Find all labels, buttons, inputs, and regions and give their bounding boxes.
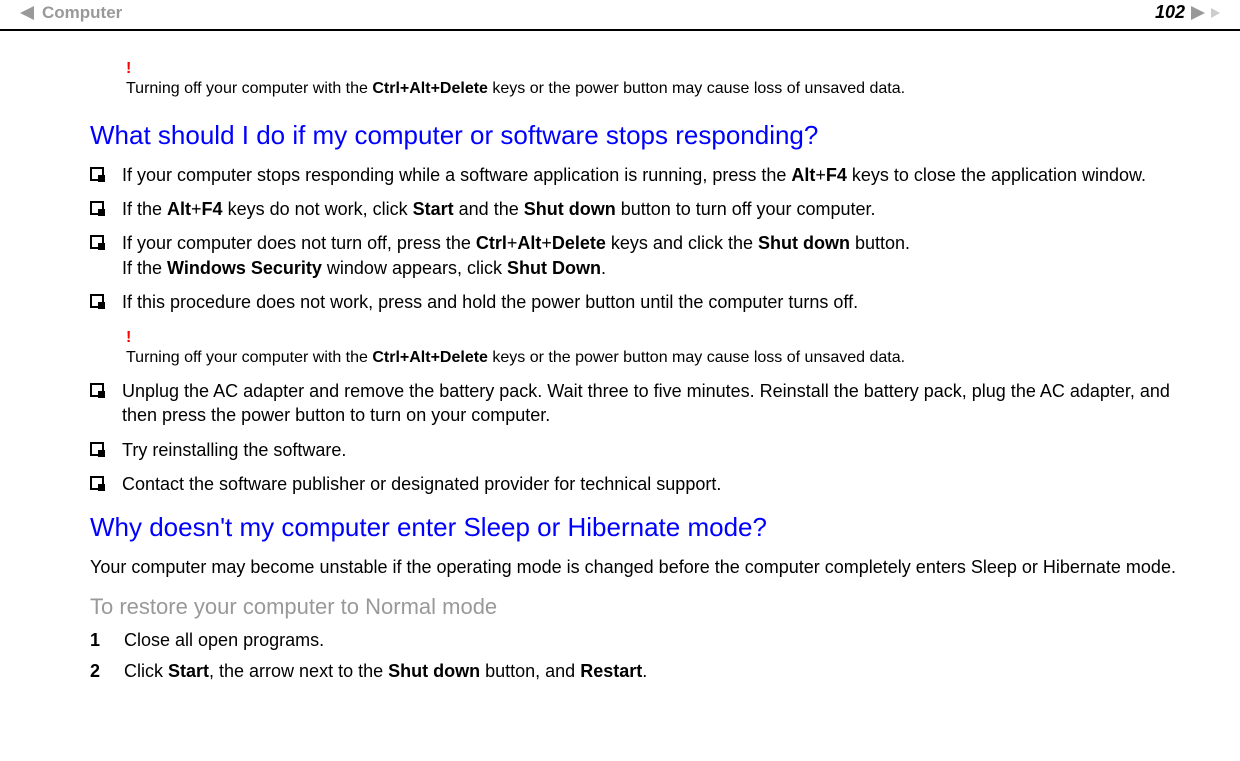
bullet-icon	[90, 167, 104, 181]
list-item-text: Unplug the AC adapter and remove the bat…	[122, 379, 1200, 428]
warning-mid: ! Turning off your computer with the Ctr…	[126, 330, 1200, 369]
warning-text-part: keys or the power button may cause loss …	[488, 349, 905, 366]
bullet-icon	[90, 476, 104, 490]
header-right: 102	[1155, 2, 1220, 23]
list-item-text: If your computer stops responding while …	[122, 163, 1146, 187]
warning-text-part: Turning off your computer with the	[126, 80, 372, 97]
bullet-icon	[90, 235, 104, 249]
warning-bold: Ctrl+Alt+Delete	[372, 80, 488, 97]
section-heading-sleep: Why doesn't my computer enter Sleep or H…	[90, 512, 1200, 543]
page-header: Computer 102	[0, 0, 1240, 31]
list-item-text: Try reinstalling the software.	[122, 438, 346, 462]
step-number: 1	[90, 628, 104, 653]
bullet-icon	[90, 201, 104, 215]
warning-icon: !	[126, 330, 1200, 346]
warning-text: Turning off your computer with the Ctrl+…	[126, 80, 905, 97]
nav-prev-icon[interactable]	[20, 6, 34, 20]
nav-next-small-icon[interactable]	[1211, 8, 1220, 18]
section-heading-responding: What should I do if my computer or softw…	[90, 120, 1200, 151]
list-item: Try reinstalling the software.	[90, 438, 1200, 462]
list-item-text: If your computer does not turn off, pres…	[122, 231, 910, 280]
bullet-icon	[90, 294, 104, 308]
header-left: Computer	[20, 3, 122, 23]
step-text: Click Start, the arrow next to the Shut …	[124, 659, 647, 684]
list-item: 1 Close all open programs.	[90, 628, 1200, 653]
warning-text-part: keys or the power button may cause loss …	[488, 80, 905, 97]
page-content: ! Turning off your computer with the Ctr…	[0, 31, 1240, 700]
list-item: If your computer stops responding while …	[90, 163, 1200, 187]
bullet-icon	[90, 383, 104, 397]
list-item: If your computer does not turn off, pres…	[90, 231, 1200, 280]
sub-heading-restore: To restore your computer to Normal mode	[90, 594, 1200, 620]
list-item-text: If this procedure does not work, press a…	[122, 290, 858, 314]
step-text: Close all open programs.	[124, 628, 324, 653]
nav-next-icon[interactable]	[1191, 6, 1205, 20]
warning-top: ! Turning off your computer with the Ctr…	[126, 61, 1200, 100]
list-item: 2 Click Start, the arrow next to the Shu…	[90, 659, 1200, 684]
list-item-text: If the Alt+F4 keys do not work, click St…	[122, 197, 876, 221]
warning-bold: Ctrl+Alt+Delete	[372, 349, 488, 366]
list-item: If this procedure does not work, press a…	[90, 290, 1200, 314]
step-number: 2	[90, 659, 104, 684]
warning-text-part: Turning off your computer with the	[126, 349, 372, 366]
body-paragraph: Your computer may become unstable if the…	[90, 555, 1200, 579]
numbered-list: 1 Close all open programs. 2 Click Start…	[90, 628, 1200, 684]
list-item: If the Alt+F4 keys do not work, click St…	[90, 197, 1200, 221]
list-item-text: Contact the software publisher or design…	[122, 472, 721, 496]
header-title: Computer	[42, 3, 122, 23]
warning-icon: !	[126, 61, 1200, 77]
list-item: Unplug the AC adapter and remove the bat…	[90, 379, 1200, 428]
bullet-list: If your computer stops responding while …	[90, 163, 1200, 314]
page-number: 102	[1155, 2, 1185, 23]
bullet-list: Unplug the AC adapter and remove the bat…	[90, 379, 1200, 496]
list-item: Contact the software publisher or design…	[90, 472, 1200, 496]
bullet-icon	[90, 442, 104, 456]
warning-text: Turning off your computer with the Ctrl+…	[126, 349, 905, 366]
